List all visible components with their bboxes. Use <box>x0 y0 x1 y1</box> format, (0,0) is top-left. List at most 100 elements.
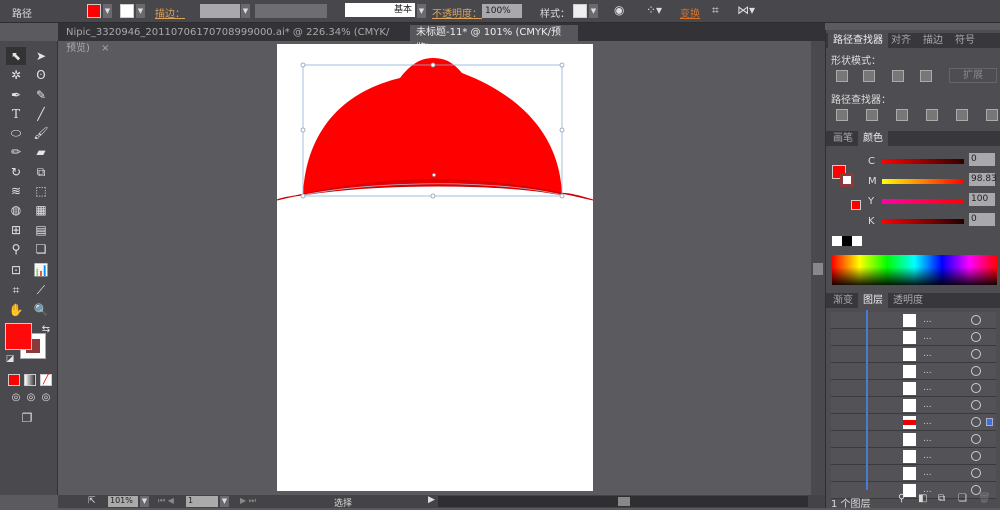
visibility-icon[interactable] <box>971 366 981 376</box>
variable-width-field[interactable] <box>255 4 327 18</box>
transform-link[interactable]: 变换 <box>680 5 700 20</box>
fill-color-box[interactable] <box>5 323 32 350</box>
slice-tool-icon[interactable]: ⟋ <box>31 281 51 299</box>
opacity-label[interactable]: 不透明度： <box>432 5 482 20</box>
unite-icon[interactable] <box>836 70 848 82</box>
tab-pathfinder[interactable]: 路径查找器 <box>828 33 888 48</box>
minus-front-icon[interactable] <box>863 70 875 82</box>
visibility-icon[interactable] <box>971 332 981 342</box>
swap-colors-icon[interactable]: ⇆ <box>36 321 56 339</box>
type-tool-icon[interactable]: T <box>6 105 26 123</box>
layer-row[interactable]: ... <box>831 346 996 363</box>
layer-row[interactable]: ... <box>831 380 996 397</box>
mesh-tool-icon[interactable]: ⊞ <box>6 221 26 239</box>
make-clip-mask-icon[interactable]: ◧ <box>918 493 927 504</box>
color-mode-icon[interactable] <box>8 374 20 386</box>
new-layer-icon[interactable]: ❏ <box>958 493 967 504</box>
visibility-icon[interactable] <box>971 417 981 427</box>
screen-mode-icon[interactable]: ❐ <box>17 409 37 427</box>
perspective-grid-tool-icon[interactable]: ▦ <box>31 201 51 219</box>
channel-y-slider[interactable] <box>882 199 964 204</box>
channel-k-slider[interactable] <box>882 219 964 224</box>
recolor-icon[interactable]: ◉ <box>614 3 624 17</box>
draw-inside-icon[interactable]: ◎ <box>36 389 56 407</box>
brush-dropdown[interactable]: ▼ <box>417 4 426 18</box>
rotate-tool-icon[interactable]: ↻ <box>6 163 26 181</box>
layer-row[interactable]: ... <box>831 329 996 346</box>
minus-back-icon[interactable] <box>986 109 998 121</box>
channel-c-slider[interactable] <box>882 159 964 164</box>
pencil-tool-icon[interactable]: ✏ <box>6 143 26 161</box>
layer-row[interactable]: ... <box>831 312 996 329</box>
more-options-icon[interactable]: ⋈▾ <box>737 3 755 17</box>
style-swatch[interactable] <box>573 4 587 18</box>
intersect-icon[interactable] <box>892 70 904 82</box>
status-menu-icon[interactable]: ▶ <box>428 495 435 505</box>
search-icon[interactable]: ⚲ <box>898 493 905 504</box>
selection-indicator-icon[interactable] <box>986 418 993 426</box>
ellipse-tool-icon[interactable]: ⬭ <box>6 124 26 142</box>
layer-row[interactable]: ... <box>831 465 996 482</box>
tab-layers[interactable]: 图层 <box>858 293 888 308</box>
layer-name[interactable]: ... <box>923 332 932 342</box>
gradient-tool-icon[interactable]: ▤ <box>31 221 51 239</box>
zoom-dropdown[interactable]: ▼ <box>140 496 149 507</box>
eyedropper-tool-icon[interactable]: ⚲ <box>6 240 26 258</box>
tab-gradient[interactable]: 渐变 <box>828 293 858 308</box>
align-icon[interactable]: ⁘▾ <box>646 3 662 17</box>
pen-tool-icon[interactable]: ✒ <box>6 86 26 104</box>
layer-row[interactable]: ... <box>831 363 996 380</box>
lasso-tool-icon[interactable]: ʘ <box>31 66 51 84</box>
stroke-weight-field[interactable] <box>200 4 240 18</box>
visibility-icon[interactable] <box>971 434 981 444</box>
layer-name[interactable]: ... <box>923 366 932 376</box>
layer-name[interactable]: ... <box>923 434 932 444</box>
visibility-icon[interactable] <box>971 349 981 359</box>
layer-name[interactable]: ... <box>923 349 932 359</box>
out-of-gamut-swatch[interactable] <box>851 200 861 210</box>
stroke-label[interactable]: 描边： <box>155 5 185 20</box>
page-field[interactable]: 1 <box>186 496 218 507</box>
layer-name[interactable]: ... <box>923 315 932 325</box>
layer-name[interactable]: ... <box>923 451 932 461</box>
delete-layer-icon[interactable]: 🗑 <box>978 493 991 504</box>
warp-tool-icon[interactable]: ≋ <box>6 182 26 200</box>
white-swatch[interactable] <box>852 236 862 246</box>
black-swatch[interactable] <box>842 236 852 246</box>
style-dropdown[interactable]: ▼ <box>589 4 598 18</box>
eraser-tool-icon[interactable]: ▰ <box>31 143 51 161</box>
symbol-sprayer-tool-icon[interactable]: ⊡ <box>6 261 26 279</box>
channel-m-field[interactable]: 98.83 <box>969 173 997 186</box>
zoom-tool-icon[interactable]: 🔍 <box>31 301 51 319</box>
layer-row[interactable]: ... <box>831 431 996 448</box>
outline-icon[interactable] <box>956 109 968 121</box>
brush-profile-field[interactable]: 基本 <box>345 3 415 17</box>
vertical-scrollbar[interactable] <box>811 41 825 495</box>
fill-swatch[interactable] <box>87 4 101 18</box>
stroke-color-box[interactable] <box>840 173 854 187</box>
new-sublayer-icon[interactable]: ⧉ <box>938 493 945 504</box>
exclude-icon[interactable] <box>920 70 932 82</box>
h-scroll-thumb[interactable] <box>618 497 630 506</box>
doc-tab-1[interactable]: Nipic_3320946_20110706170708999000.ai* @… <box>60 25 405 54</box>
horizontal-scrollbar[interactable] <box>438 496 808 507</box>
layer-row[interactable]: ... <box>831 414 996 431</box>
none-mode-icon[interactable]: ╱ <box>40 374 52 386</box>
channel-c-field[interactable]: 0 <box>969 153 995 166</box>
free-transform-tool-icon[interactable]: ⬚ <box>31 182 51 200</box>
opacity-field[interactable]: 100% <box>482 4 522 18</box>
hand-tool-icon[interactable]: ✋ <box>6 301 26 319</box>
stroke-weight-dropdown[interactable]: ▼ <box>241 4 250 18</box>
crop-icon[interactable] <box>926 109 938 121</box>
fill-dropdown[interactable]: ▼ <box>103 4 112 18</box>
color-spectrum[interactable] <box>832 255 997 285</box>
artboard-tool-icon[interactable]: ⌗ <box>6 281 26 299</box>
tab-symbols[interactable]: 符号 <box>950 33 980 48</box>
gradient-mode-icon[interactable] <box>24 374 36 386</box>
tab-color[interactable]: 颜色 <box>858 131 888 146</box>
zoom-field[interactable]: 101% <box>108 496 138 507</box>
shape-builder-tool-icon[interactable]: ◍ <box>6 201 26 219</box>
paintbrush-tool-icon[interactable]: 🖌 <box>31 124 51 142</box>
direct-selection-tool-icon[interactable]: ➤ <box>31 47 51 65</box>
stroke-dropdown[interactable]: ▼ <box>136 4 145 18</box>
